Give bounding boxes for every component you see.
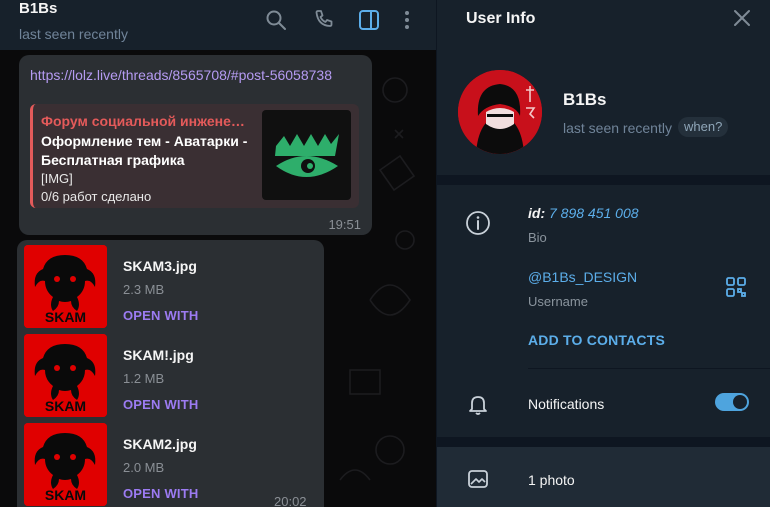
file-thumbnail[interactable]: SKAM: [24, 245, 107, 328]
photo-icon: [465, 466, 491, 492]
preview-desc-line1: [IMG]: [41, 171, 73, 186]
avatar[interactable]: [458, 70, 542, 154]
user-id-label: id:: [528, 205, 546, 221]
message-time: 20:02: [274, 494, 307, 507]
photos-label: 1 photo: [528, 472, 575, 488]
bell-icon: [465, 391, 491, 417]
open-with-button[interactable]: OPEN WITH: [123, 397, 198, 412]
username-label: Username: [528, 294, 588, 309]
file-name[interactable]: SKAM3.jpg: [123, 258, 197, 274]
user-id[interactable]: id: 7 898 451 008: [528, 205, 639, 221]
profile-name: B1Bs: [563, 90, 607, 109]
user-id-value[interactable]: 7 898 451 008: [549, 205, 639, 221]
message-time: 19:51: [328, 217, 361, 232]
file-name[interactable]: SKAM!.jpg: [123, 347, 194, 363]
file-thumb-text: SKAM: [45, 398, 86, 414]
when-badge[interactable]: when?: [678, 117, 729, 137]
open-with-button[interactable]: OPEN WITH: [123, 486, 198, 501]
file-size: 1.2 MB: [123, 371, 165, 386]
username-value[interactable]: @B1Bs_DESIGN: [528, 269, 637, 285]
file-thumb-text: SKAM: [45, 487, 86, 503]
message-bubble-link: https://lolz.live/threads/8565708/#post-…: [19, 55, 372, 235]
file-name[interactable]: SKAM2.jpg: [123, 436, 197, 452]
file-size: 2.0 MB: [123, 460, 165, 475]
chat-title[interactable]: B1Bs: [19, 0, 57, 17]
open-with-button[interactable]: OPEN WITH: [123, 308, 198, 323]
preview-desc-line2: 0/6 работ сделано: [41, 189, 152, 204]
file-item[interactable]: SKAM SKAM3.jpg 2.3 MB OPEN WITH: [24, 245, 314, 328]
section-divider: [437, 175, 770, 185]
profile-status: last seen recently: [563, 120, 672, 136]
preview-title: Оформление тем - Аватарки - Бесплатная г…: [41, 132, 253, 170]
file-thumbnail[interactable]: SKAM: [24, 334, 107, 417]
user-info-panel: User Info B1Bs last seen recently when? …: [436, 0, 770, 507]
toggle-knob: [733, 395, 747, 409]
file-item[interactable]: SKAM SKAM2.jpg 2.0 MB OPEN WITH: [24, 423, 314, 506]
chat-header: B1Bs last seen recently: [0, 0, 436, 50]
chat-area: B1Bs last seen recently https://lolz.liv…: [0, 0, 436, 507]
preview-site-name: Форум социальной инженерии: [41, 113, 251, 129]
chat-status: last seen recently: [19, 26, 128, 42]
preview-thumbnail: [262, 110, 351, 200]
file-item[interactable]: SKAM SKAM!.jpg 1.2 MB OPEN WITH: [24, 334, 314, 417]
notifications-label: Notifications: [528, 396, 605, 412]
photos-row[interactable]: 1 photo: [437, 447, 770, 507]
bio-label: Bio: [528, 230, 547, 245]
preview-title-line: Оформление тем - Аватарки - Бесплатная г…: [41, 133, 248, 168]
link-preview[interactable]: Форум социальной инженерии Оформление те…: [30, 104, 359, 208]
close-icon[interactable]: [733, 9, 751, 27]
notifications-toggle[interactable]: [715, 393, 749, 411]
search-icon[interactable]: [264, 8, 288, 32]
more-vertical-icon[interactable]: [395, 8, 419, 32]
sidebar-toggle-icon[interactable]: [357, 8, 381, 32]
add-to-contacts-button[interactable]: ADD TO CONTACTS: [528, 332, 665, 348]
phone-icon[interactable]: [312, 8, 336, 32]
panel-title: User Info: [466, 10, 536, 27]
info-circle-icon: [465, 210, 491, 236]
message-bubble-files: SKAM SKAM3.jpg 2.3 MB OPEN WITH SKAM SKA…: [17, 240, 324, 507]
file-thumbnail[interactable]: SKAM: [24, 423, 107, 506]
qr-code-icon[interactable]: [725, 276, 747, 298]
section-divider: [437, 437, 770, 447]
divider: [528, 368, 770, 369]
file-thumb-text: SKAM: [45, 309, 86, 325]
file-size: 2.3 MB: [123, 282, 165, 297]
message-link[interactable]: https://lolz.live/threads/8565708/#post-…: [30, 66, 370, 85]
preview-description: [IMG] 0/6 работ сделано: [41, 170, 151, 206]
